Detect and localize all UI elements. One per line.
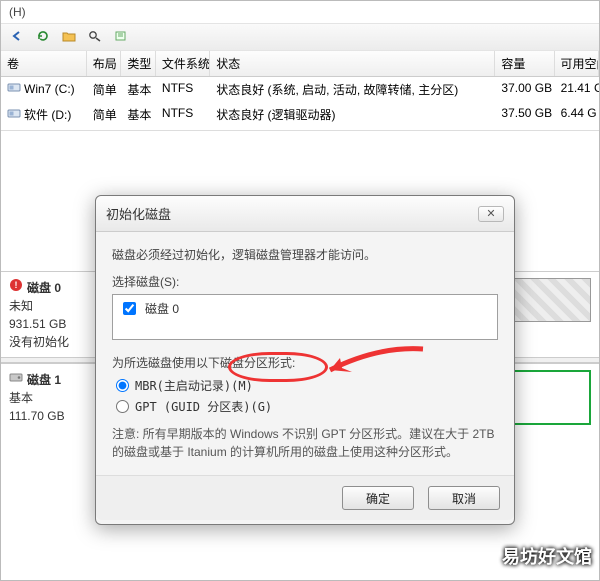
volume-layout: 简单 (87, 104, 122, 125)
cancel-button[interactable]: 取消 (428, 486, 500, 510)
watermark: 易坊好文馆 (502, 543, 592, 569)
refresh-icon (36, 30, 50, 45)
ok-button[interactable]: 确定 (342, 486, 414, 510)
folder-icon (62, 30, 76, 45)
svg-text:!: ! (15, 280, 18, 290)
volume-fs: NTFS (156, 104, 210, 125)
close-icon: ✕ (486, 207, 495, 220)
volume-capacity: 37.50 GB (495, 104, 554, 125)
volume-list[interactable]: 卷 布局 类型 文件系统 状态 容量 可用空间 Win7 (C:)简单基本NTF… (1, 51, 599, 131)
volume-row[interactable]: Win7 (C:) 简单基本NTFS状态良好 (系统, 启动, 活动, 故障转储,… (1, 77, 599, 102)
initialize-disk-dialog: 初始化磁盘 ✕ 磁盘必须经过初始化，逻辑磁盘管理器才能访问。 选择磁盘(S): … (95, 195, 515, 525)
back-button[interactable] (7, 28, 27, 46)
disk-0-state: 没有初始化 (9, 333, 88, 351)
volume-status: 状态良好 (系统, 启动, 活动, 故障转储, 主分区) (210, 79, 495, 100)
disk-0-size: 931.51 GB (9, 315, 88, 333)
volume-header-row: 卷 布局 类型 文件系统 状态 容量 可用空间 (1, 51, 599, 77)
volume-capacity: 37.00 GB (495, 79, 554, 100)
drive-icon (7, 107, 21, 122)
drive-icon (7, 81, 21, 96)
mbr-option[interactable]: MBR(主启动记录)(M) (116, 377, 498, 394)
properties-icon (114, 30, 128, 45)
props-button[interactable] (111, 28, 131, 46)
search-icon (88, 30, 102, 45)
volume-name: Win7 (C:) (24, 82, 75, 96)
col-free[interactable]: 可用空间 (555, 51, 599, 76)
search-button[interactable] (85, 28, 105, 46)
disk-0-item-label: 磁盘 0 (145, 300, 179, 317)
col-type[interactable]: 类型 (121, 51, 156, 76)
dialog-note: 注意: 所有早期版本的 Windows 不识别 GPT 分区形式。建议在大于 2… (112, 425, 498, 461)
disk-select-item[interactable]: 磁盘 0 (119, 299, 491, 318)
disk-0-kind: 未知 (9, 297, 88, 315)
gpt-label: GPT (GUID 分区表)(G) (135, 398, 272, 415)
volume-layout: 简单 (87, 79, 122, 100)
col-status[interactable]: 状态 (210, 51, 495, 76)
dialog-close-button[interactable]: ✕ (478, 206, 504, 222)
volume-free: 21.41 G (555, 79, 599, 100)
gpt-radio[interactable] (116, 400, 129, 413)
mbr-label: MBR(主启动记录)(M) (135, 377, 253, 394)
partition-style-label: 为所选磁盘使用以下磁盘分区形式: (112, 354, 498, 371)
volume-fs: NTFS (156, 79, 210, 100)
toolbar (1, 23, 599, 51)
disk-warning-icon: ! (9, 278, 23, 297)
select-disk-label: 选择磁盘(S): (112, 273, 498, 290)
gpt-option[interactable]: GPT (GUID 分区表)(G) (116, 398, 498, 415)
disk-select-list[interactable]: 磁盘 0 (112, 294, 498, 340)
dialog-message: 磁盘必须经过初始化，逻辑磁盘管理器才能访问。 (112, 246, 498, 263)
volume-status: 状态良好 (逻辑驱动器) (210, 104, 495, 125)
disk-1-info: 磁盘 1 基本 111.70 GB (1, 364, 96, 431)
disk-1-size: 111.70 GB (9, 407, 88, 425)
volume-row[interactable]: 软件 (D:) 简单基本NTFS状态良好 (逻辑驱动器)37.50 GB6.44 … (1, 102, 599, 127)
arrow-left-icon (10, 30, 24, 45)
col-layout[interactable]: 布局 (87, 51, 122, 76)
col-capacity[interactable]: 容量 (495, 51, 554, 76)
disk-1-kind: 基本 (9, 389, 88, 407)
folder-button[interactable] (59, 28, 79, 46)
volume-free: 6.44 G (555, 104, 599, 125)
col-volume[interactable]: 卷 (1, 51, 87, 76)
disk-0-info: ! 磁盘 0 未知 931.51 GB 没有初始化 (1, 272, 96, 357)
window-title: (H) (1, 1, 599, 23)
volume-name: 软件 (D:) (24, 106, 71, 123)
disk-0-checkbox[interactable] (123, 302, 136, 315)
volume-type: 基本 (121, 79, 156, 100)
dialog-title: 初始化磁盘 (106, 204, 171, 223)
volume-type: 基本 (121, 104, 156, 125)
refresh-button[interactable] (33, 28, 53, 46)
mbr-radio[interactable] (116, 379, 129, 392)
col-fs[interactable]: 文件系统 (156, 51, 210, 76)
disk-icon (9, 370, 23, 389)
disk-1-name: 磁盘 1 (27, 371, 61, 389)
disk-0-name: 磁盘 0 (27, 279, 61, 297)
